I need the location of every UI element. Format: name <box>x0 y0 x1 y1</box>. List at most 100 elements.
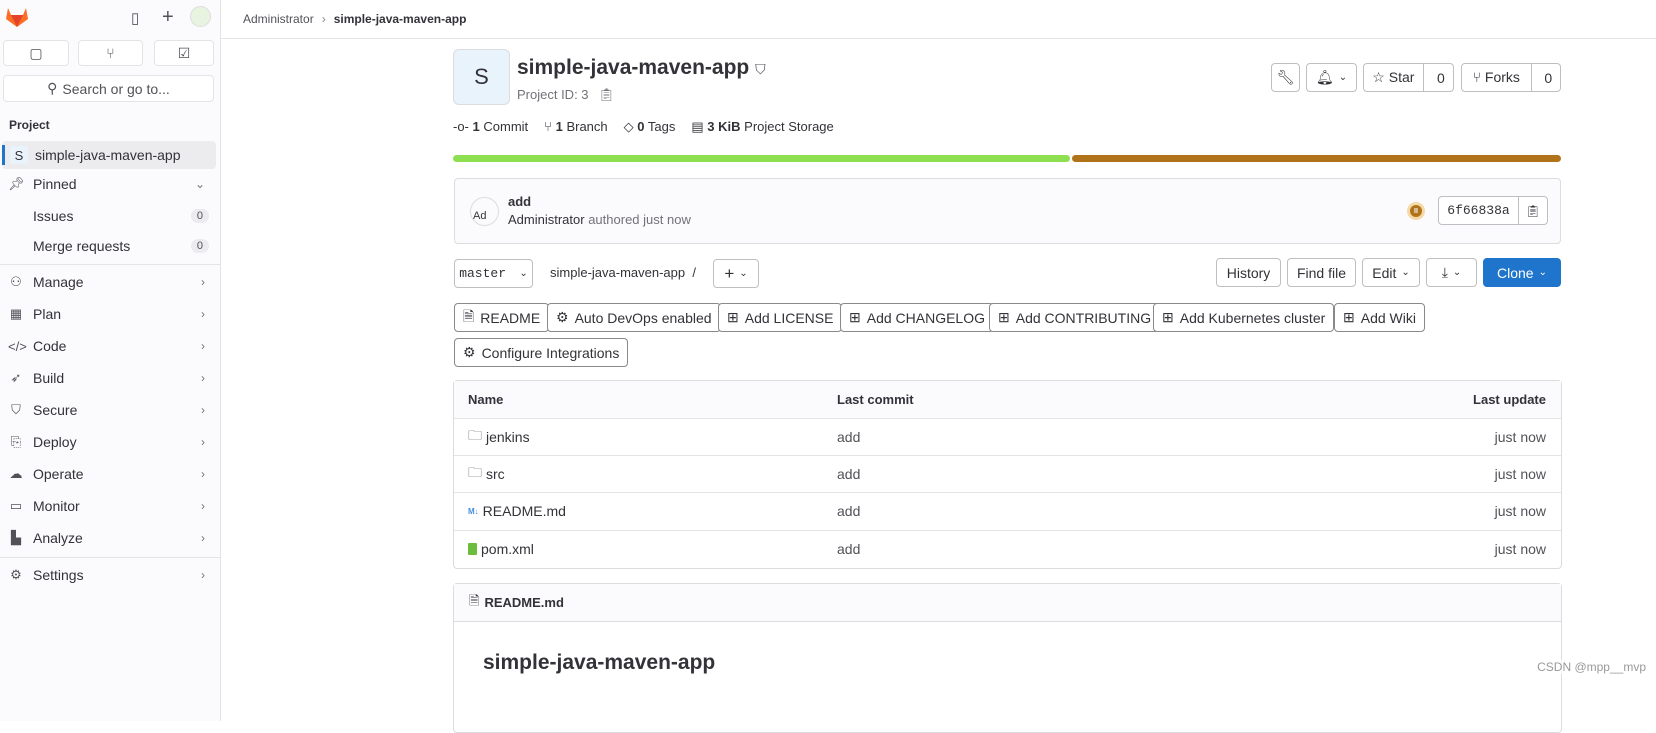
download-icon: ⤓ <box>1441 264 1448 280</box>
rocket-icon: ➶ <box>10 370 22 385</box>
file-name-link[interactable]: README.md <box>483 503 566 519</box>
add-contributing-shortcut[interactable]: ⊞ Add CONTRIBUTING <box>989 303 1161 332</box>
user-avatar[interactable] <box>190 6 211 27</box>
star-button[interactable]: ☆ Star 0 <box>1363 63 1454 92</box>
header-last-commit: Last commit <box>837 392 914 407</box>
sidebar-item-monitor[interactable]: ▭ Monitor › <box>0 492 217 520</box>
configure-integrations-shortcut[interactable]: ⚙ Configure Integrations <box>454 338 629 367</box>
history-button[interactable]: History <box>1216 258 1281 287</box>
auto-devops-shortcut[interactable]: ⚙ Auto DevOps enabled <box>547 303 721 332</box>
branch-selector[interactable]: master ⌄ <box>454 259 533 288</box>
table-row[interactable]: pom.xml add just now <box>454 530 1561 567</box>
label: Add LICENSE <box>744 309 834 326</box>
commit-link[interactable]: add <box>837 541 860 557</box>
pipeline-status-icon[interactable]: II <box>1407 202 1425 220</box>
gitlab-logo-icon[interactable] <box>5 6 29 28</box>
add-license-shortcut[interactable]: ⊞ Add LICENSE <box>718 303 843 332</box>
merge-requests-shortcut-button[interactable]: ⑂ <box>78 40 143 66</box>
divider <box>0 264 220 265</box>
readme-filename[interactable]: README.md <box>484 595 563 610</box>
path-root-link[interactable]: simple-java-maven-app <box>550 265 685 280</box>
table-row[interactable]: 🗀 src add just now <box>454 455 1561 492</box>
file-name-link[interactable]: pom.xml <box>481 541 534 557</box>
sidebar-item-merge-requests[interactable]: Merge requests 0 <box>0 232 217 260</box>
star-label: ☆ Star <box>1364 64 1424 91</box>
label: Add Kubernetes cluster <box>1179 309 1326 326</box>
commit-link[interactable]: add <box>837 466 860 482</box>
language-bar[interactable] <box>453 155 1561 162</box>
add-to-tree-button[interactable]: + ⌄ <box>713 259 759 288</box>
label: Operate <box>33 466 84 482</box>
add-kubernetes-shortcut[interactable]: ⊞ Add Kubernetes cluster <box>1153 303 1335 332</box>
forks-label: ⑂ Forks <box>1462 64 1532 91</box>
add-wiki-shortcut[interactable]: ⊞ Add Wiki <box>1334 303 1425 332</box>
copy-icon[interactable]: 📋︎ <box>598 87 615 102</box>
id-text: Project ID: 3 <box>517 87 589 102</box>
chevron-down-icon: ⌄ <box>739 268 748 279</box>
add-changelog-shortcut[interactable]: ⊞ Add CHANGELOG <box>840 303 994 332</box>
tags-link[interactable]: ◇ 0 Tags <box>624 119 676 135</box>
clone-button[interactable]: Clone ⌄ <box>1483 258 1561 287</box>
breadcrumb-current[interactable]: simple-java-maven-app <box>334 12 467 26</box>
sidebar-item-build[interactable]: ➶ Build › <box>0 364 217 392</box>
sidebar-item-manage[interactable]: ⚇ Manage › <box>0 268 217 296</box>
star-count: 0 <box>1436 69 1445 86</box>
search-input[interactable]: ⚲ Search or go to... <box>3 75 214 102</box>
file-name-link[interactable]: jenkins <box>486 429 530 445</box>
plus-icon[interactable]: + <box>162 6 174 29</box>
sidebar-item-project[interactable]: S simple-java-maven-app <box>2 141 216 169</box>
count: 1 <box>472 119 480 134</box>
chart-icon: ▙ <box>11 530 21 545</box>
sidebar-item-pinned[interactable]: 📌︎ Pinned ⌄ <box>0 170 217 198</box>
sidebar-item-plan[interactable]: ▦ Plan › <box>0 300 217 328</box>
table-row[interactable]: M↓ README.md add just now <box>454 492 1561 529</box>
branches-link[interactable]: ⑂ 1 Branch <box>544 119 608 135</box>
readme-shortcut[interactable]: 🗎︎ README <box>454 303 550 332</box>
forks-button[interactable]: ⑂ Forks 0 <box>1461 63 1561 92</box>
language-segment[interactable] <box>453 155 1071 162</box>
file-name-link[interactable]: src <box>486 466 505 482</box>
label: Project Storage <box>744 119 834 134</box>
author-link[interactable]: Administrator <box>508 212 585 227</box>
commits-link[interactable]: -o- 1 Commit <box>453 119 528 135</box>
label: Manage <box>33 274 84 290</box>
updated-time: just now <box>1494 429 1546 445</box>
chevron-right-icon: › <box>201 499 205 513</box>
label: Add CHANGELOG <box>866 309 985 326</box>
todo-shortcut-button[interactable]: ☑ <box>154 40 214 66</box>
commit-message[interactable]: add <box>508 194 531 209</box>
settings-wrench-button[interactable]: 🔧︎ <box>1271 63 1300 92</box>
table-row[interactable]: 🗀 jenkins add just now <box>454 418 1561 455</box>
header-last-update: Last update <box>1473 392 1546 407</box>
language-segment[interactable] <box>1072 155 1561 162</box>
notifications-button[interactable]: 🔔︎ ⌄ <box>1306 63 1357 92</box>
edit-button[interactable]: Edit ⌄ <box>1362 258 1420 287</box>
label: Build <box>33 370 65 386</box>
breadcrumb-parent[interactable]: Administrator <box>243 12 314 26</box>
sidebar-item-secure[interactable]: ⛉ Secure › <box>0 396 217 424</box>
sidebar-item-issues[interactable]: Issues 0 <box>0 202 217 230</box>
label: Commit <box>483 119 529 134</box>
author-avatar[interactable]: Ad <box>470 197 499 226</box>
copy-sha-icon[interactable]: 📋︎ <box>1519 197 1547 224</box>
readme-heading: simple-java-maven-app <box>483 651 716 674</box>
sidebar-item-settings[interactable]: ⚙ Settings › <box>0 561 217 589</box>
label: README <box>480 309 541 326</box>
readme-header: 🗎︎ README.md <box>454 584 1561 622</box>
chevron-right-icon: › <box>201 307 205 321</box>
commit-sha[interactable]: 6f66838a <box>1439 197 1519 224</box>
storage-link[interactable]: ▤ 3 KiB Project Storage <box>691 119 833 135</box>
find-file-button[interactable]: Find file <box>1287 258 1356 287</box>
sidebar-item-deploy[interactable]: ⎘ Deploy › <box>0 428 217 456</box>
toggle-sidebar-icon[interactable]: ▯ <box>131 9 139 27</box>
count-badge: 0 <box>190 209 209 223</box>
sidebar-item-operate[interactable]: ☁ Operate › <box>0 460 217 488</box>
label: Secure <box>33 402 78 418</box>
issues-shortcut-button[interactable]: ▢ <box>3 40 69 66</box>
sidebar-item-code[interactable]: </> Code › <box>0 332 217 360</box>
sidebar-item-analyze[interactable]: ▙ Analyze › <box>0 524 217 552</box>
commit-link[interactable]: add <box>837 429 860 445</box>
commit-time: authored just now <box>588 212 691 227</box>
commit-link[interactable]: add <box>837 503 860 519</box>
download-button[interactable]: ⤓ ⌄ <box>1426 258 1477 287</box>
